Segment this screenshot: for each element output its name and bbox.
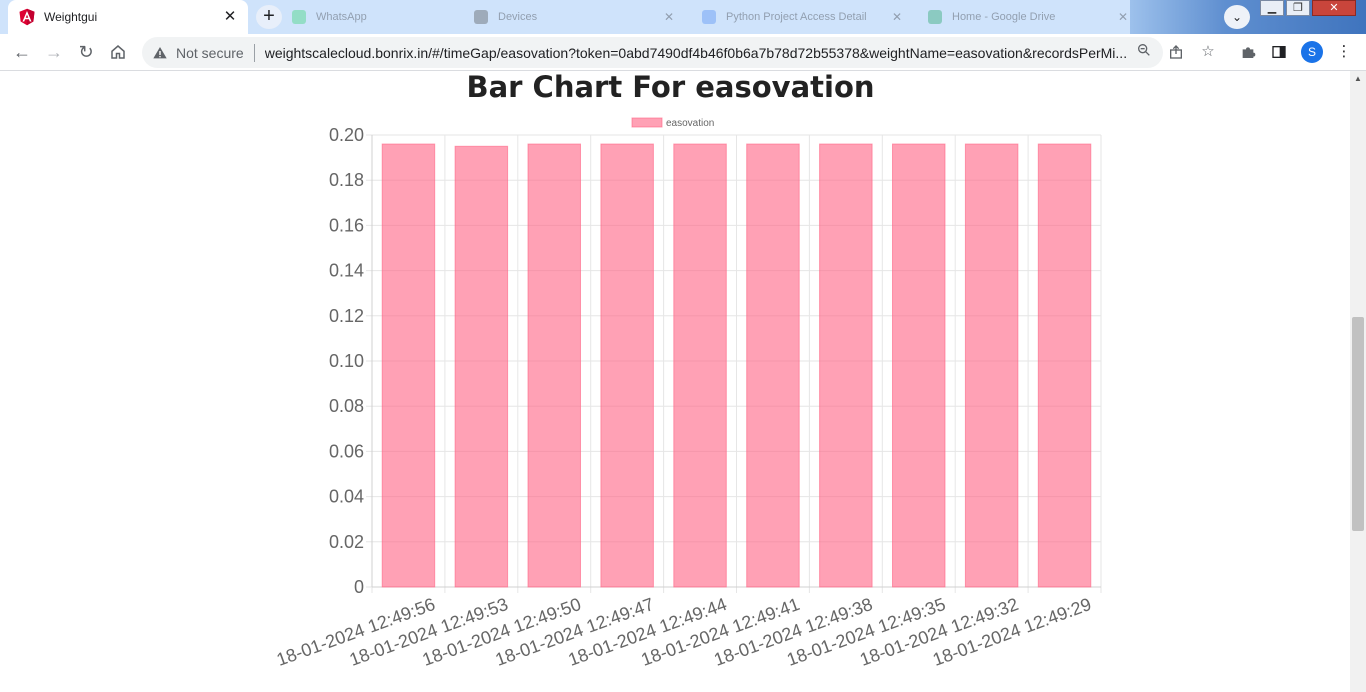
tab-title: Python Project Access Detail (726, 11, 867, 23)
bar (892, 143, 946, 588)
kebab-menu-icon[interactable]: ⋮ (1333, 41, 1355, 63)
reload-icon[interactable]: ↻ (74, 40, 98, 64)
profile-avatar[interactable]: S (1301, 41, 1323, 63)
drive-icon (928, 10, 942, 24)
angular-logo-icon (19, 8, 35, 26)
bar (746, 143, 800, 588)
tab-strip: Weightgui ✕ + WhatsApp Devices ✕ Python … (0, 0, 1366, 34)
bar (454, 145, 509, 588)
shield-icon (474, 10, 488, 24)
y-tick-label: 0.12 (329, 306, 364, 326)
bar (964, 143, 1019, 588)
zoom-icon[interactable] (1133, 39, 1155, 61)
tab-title: Home - Google Drive (952, 11, 1056, 23)
legend-label: easovation (666, 118, 714, 129)
docs-icon (702, 10, 716, 24)
tab-search-chevron-icon[interactable]: ⌄ (1224, 5, 1250, 29)
bar (673, 143, 727, 588)
close-tab-icon[interactable]: ✕ (664, 10, 674, 24)
url-text[interactable]: weightscalecloud.bonrix.in/#/timeGap/eas… (265, 45, 1135, 61)
bar (1037, 143, 1092, 588)
page-content: Bar Chart For easovation 0 0.02 0.04 0.06 0.… (0, 71, 1350, 692)
y-tick-label: 0.16 (329, 215, 364, 235)
extensions-puzzle-icon[interactable] (1237, 41, 1259, 63)
bar (527, 143, 581, 588)
security-label[interactable]: Not secure (176, 45, 244, 61)
minimize-icon[interactable]: ▁ (1260, 0, 1284, 16)
y-tick-label: 0.04 (329, 487, 364, 507)
y-tick-label: 0.20 (329, 125, 364, 145)
tab-background-2[interactable]: Devices ✕ (464, 0, 684, 34)
scroll-thumb[interactable] (1352, 317, 1364, 531)
warning-icon (153, 46, 167, 58)
bookmark-star-icon[interactable]: ☆ (1197, 41, 1219, 63)
tab-background-3[interactable]: Python Project Access Detail ✕ (692, 0, 912, 34)
y-tick-label: 0 (354, 577, 364, 597)
restore-icon[interactable]: ❐ (1286, 0, 1310, 16)
bar (819, 143, 873, 588)
close-window-icon[interactable]: ✕ (1312, 0, 1356, 16)
y-tick-label: 0.14 (329, 261, 364, 281)
tab-title: Devices (498, 11, 538, 23)
back-arrow-icon[interactable]: ← (10, 40, 34, 64)
bar-chart: 0 0.02 0.04 0.06 0.08 0.10 0.12 0.14 0.16 0.18 0.2… (274, 117, 1102, 670)
y-tick-label: 0.08 (329, 396, 364, 416)
address-bar[interactable]: Not secure weightscalecloud.bonrix.in/#/… (142, 37, 1163, 68)
window-controls: ▁ ❐ ✕ (1260, 0, 1358, 18)
bar (381, 143, 436, 588)
y-tick-label: 0.18 (329, 170, 364, 190)
divider (253, 43, 255, 62)
new-tab-button[interactable]: + (256, 5, 282, 29)
y-tick-label: 0.02 (329, 532, 364, 552)
y-tick-label: 0.10 (329, 351, 364, 371)
vertical-scrollbar[interactable]: ▲ (1350, 71, 1366, 692)
tab-active[interactable]: Weightgui ✕ (8, 0, 248, 34)
tab-title: Weightgui (44, 10, 98, 24)
close-tab-icon[interactable]: ✕ (222, 9, 238, 25)
browser-toolbar: ← → ↻ Not secure weightscalecloud.bonrix… (0, 34, 1366, 71)
whatsapp-icon (292, 10, 306, 24)
y-tick-label: 0.06 (329, 441, 364, 461)
tab-background-4[interactable]: Home - Google Drive ✕ (918, 0, 1138, 34)
bar (600, 143, 654, 588)
scroll-up-arrow-icon[interactable]: ▲ (1350, 73, 1366, 85)
forward-arrow-icon[interactable]: → (42, 40, 66, 64)
side-panel-icon[interactable] (1268, 41, 1290, 63)
home-icon[interactable] (106, 40, 130, 64)
share-icon[interactable] (1165, 41, 1187, 63)
legend-swatch (631, 117, 663, 128)
tab-title: WhatsApp (316, 11, 367, 23)
tab-background-1[interactable]: WhatsApp (282, 0, 462, 34)
close-tab-icon[interactable]: ✕ (892, 10, 902, 24)
close-tab-icon[interactable]: ✕ (1118, 10, 1128, 24)
